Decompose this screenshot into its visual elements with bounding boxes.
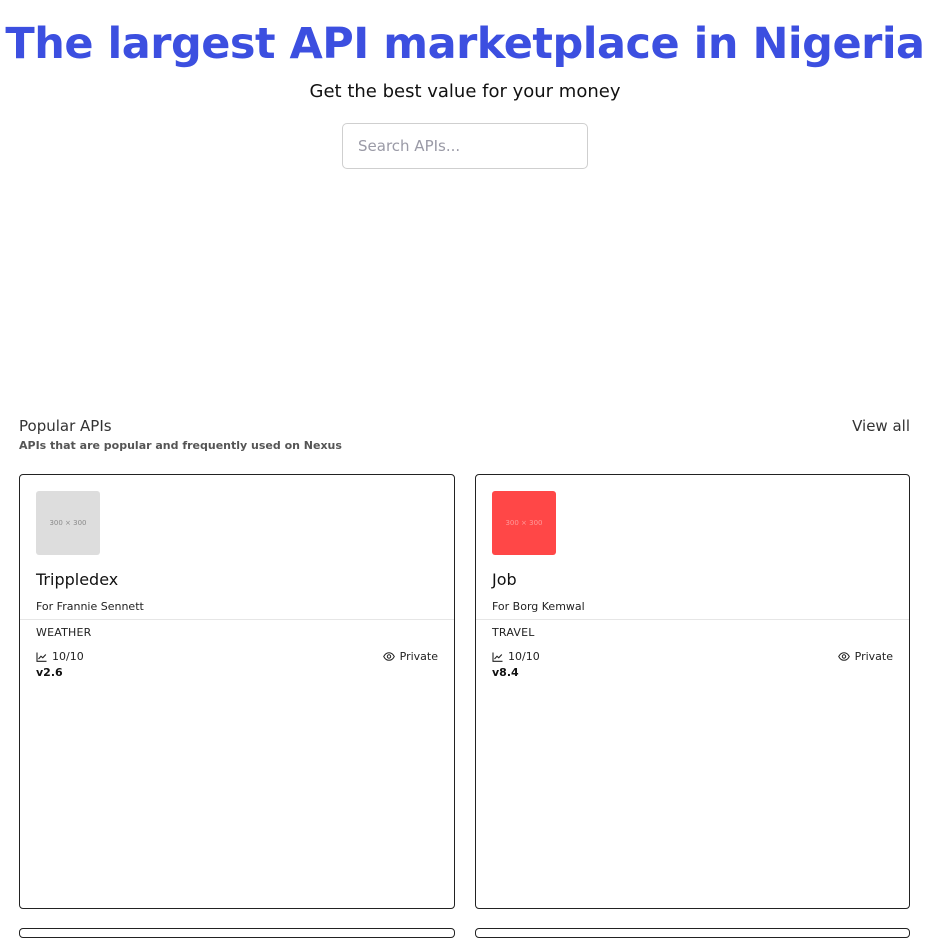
api-card-partial[interactable] [475,928,910,938]
api-version: v8.4 [492,666,519,679]
thumbnail-label: 300 × 300 [49,519,87,527]
thumbnail-label: 300 × 300 [505,519,543,527]
hero-section: The largest API marketplace in Nigeria G… [0,0,930,169]
api-rating: 10/10 [36,650,84,663]
page-subtitle: Get the best value for your money [309,81,621,102]
eye-icon [837,652,850,661]
api-owner: For Frannie Sennett [36,600,144,613]
api-version: v2.6 [36,666,63,679]
popular-apis-header: Popular APIs APIs that are popular and f… [19,416,910,456]
api-card[interactable]: 300 × 300 Job For Borg Kemwal TRAVEL 10/… [475,474,910,909]
api-name: Trippledex [36,570,119,589]
visibility-label: Private [399,650,438,663]
api-thumbnail: 300 × 300 [492,491,556,555]
api-visibility: Private [837,650,893,663]
api-name: Job [492,570,517,589]
visibility-label: Private [854,650,893,663]
card-divider [20,619,454,620]
rating-value: 10/10 [52,650,84,663]
api-category: WEATHER [36,626,92,639]
api-visibility: Private [382,650,438,663]
api-rating: 10/10 [492,650,540,663]
section-description: APIs that are popular and frequently use… [19,439,342,452]
rating-value: 10/10 [508,650,540,663]
eye-icon [382,652,395,661]
api-category: TRAVEL [492,626,535,639]
api-owner: For Borg Kemwal [492,600,585,613]
api-thumbnail: 300 × 300 [36,491,100,555]
view-all-link[interactable]: View all [852,416,910,436]
chart-line-icon [36,652,47,662]
api-card-partial[interactable] [19,928,455,938]
search-container [0,123,930,169]
api-card[interactable]: 300 × 300 Trippledex For Frannie Sennett… [19,474,455,909]
page-title: The largest API marketplace in Nigeria [5,19,925,69]
chart-line-icon [492,652,503,662]
card-divider [476,619,909,620]
search-input[interactable] [342,123,588,169]
section-title: Popular APIs [19,417,112,435]
